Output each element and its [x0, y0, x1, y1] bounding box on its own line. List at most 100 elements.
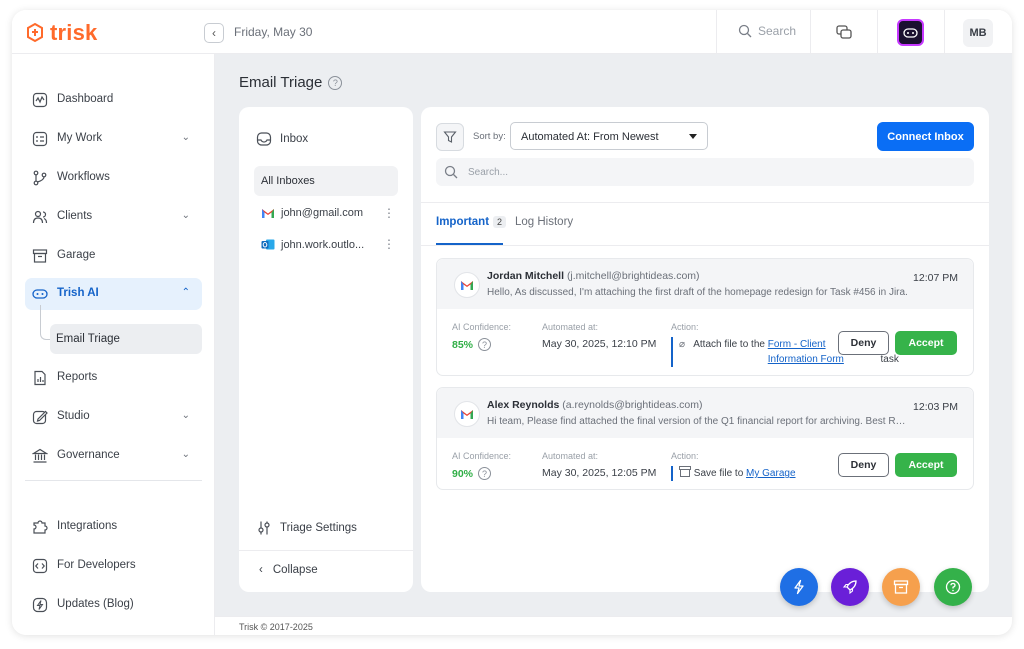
accept-button[interactable]: Accept — [895, 453, 957, 477]
main-content: Email Triage ? Inbox All Inboxes john@gm… — [215, 54, 1012, 635]
action-target-link[interactable]: My Garage — [746, 468, 795, 479]
sender-name: Alex Reynolds — [487, 399, 560, 411]
account-email: john.work.outlo... — [281, 238, 365, 251]
bot-icon — [903, 27, 918, 38]
chat-button[interactable] — [835, 23, 853, 46]
more-options-icon[interactable]: ⋮ — [383, 207, 395, 219]
sidebar-subitem-email-triage[interactable]: Email Triage — [50, 324, 202, 354]
sidebar-item-label: Trish AI — [57, 287, 99, 299]
sort-select[interactable]: Automated At: From Newest — [510, 122, 708, 150]
ai-confidence-value: 85%? — [452, 338, 492, 351]
account-item-outlook[interactable]: john.work.outlo... — [261, 238, 364, 251]
deny-button[interactable]: Deny — [838, 453, 889, 477]
chevron-left-icon: ‹ — [212, 26, 216, 40]
automated-at-label: Automated at: — [542, 451, 599, 461]
sliders-icon — [258, 521, 270, 535]
divider — [239, 550, 413, 551]
dashboard-icon — [32, 92, 48, 108]
quick-action-button[interactable] — [780, 568, 818, 606]
archive-icon — [32, 249, 48, 263]
email-time: 12:03 PM — [913, 401, 958, 413]
deny-button[interactable]: Deny — [838, 331, 889, 355]
sidebar-item-workflows[interactable]: Workflows — [25, 162, 202, 194]
chevron-down-icon: ⌄ — [181, 410, 190, 421]
sidebar-item-reports[interactable]: Reports — [25, 362, 202, 394]
divider — [421, 245, 989, 246]
email-card[interactable]: Jordan Mitchell (j.mitchell@brightideas.… — [436, 258, 974, 376]
current-date: Friday, May 30 — [234, 25, 313, 39]
trisk-logo[interactable]: trisk — [24, 20, 97, 46]
sidebar-item-my-work[interactable]: My Work ⌄ — [25, 123, 202, 155]
accept-button[interactable]: Accept — [895, 331, 957, 355]
sidebar-subitem-label: Email Triage — [56, 333, 120, 345]
sidebar-item-governance[interactable]: Governance ⌄ — [25, 440, 202, 472]
tab-log-history[interactable]: Log History — [515, 216, 573, 228]
suggested-action: Save file to My Garage — [671, 466, 796, 481]
gmail-icon — [262, 208, 274, 218]
archive-icon — [893, 580, 909, 594]
logo-text: trisk — [50, 20, 98, 45]
email-card-header: Alex Reynolds (a.reynolds@brightideas.co… — [437, 388, 973, 438]
collapse-label: Collapse — [272, 564, 318, 576]
sidebar-item-updates-blog[interactable]: Updates (Blog) — [25, 589, 202, 621]
email-preview: Hi team, Please find attached the final … — [487, 416, 909, 427]
automated-at-value: May 30, 2025, 12:10 PM — [542, 338, 657, 350]
help-icon[interactable]: ? — [478, 467, 492, 480]
divider — [716, 10, 717, 54]
email-card[interactable]: Alex Reynolds (a.reynolds@brightideas.co… — [436, 387, 974, 490]
tab-important[interactable]: Important 2 — [436, 216, 507, 228]
sidebar-item-integrations[interactable]: Integrations — [25, 511, 202, 543]
help-button[interactable] — [934, 568, 972, 606]
reports-icon — [34, 370, 46, 386]
sender-address: (a.reynolds@brightideas.com) — [562, 399, 703, 411]
sidebar-item-for-developers[interactable]: For Developers — [25, 550, 202, 582]
sidebar-item-dashboard[interactable]: Dashboard — [25, 84, 202, 116]
connect-inbox-button[interactable]: Connect Inbox — [877, 122, 974, 151]
sidebar-item-label: Reports — [57, 371, 98, 383]
tab-label: Log History — [515, 216, 574, 228]
action-prefix: Save file to — [693, 468, 744, 479]
puzzle-icon — [33, 520, 48, 534]
triage-settings-link[interactable]: Triage Settings — [256, 520, 357, 536]
garage-button[interactable] — [882, 568, 920, 606]
launch-button[interactable] — [831, 568, 869, 606]
help-icon[interactable]: ? — [478, 338, 492, 351]
email-search-input[interactable]: Search... — [436, 158, 974, 186]
filter-button[interactable] — [436, 123, 464, 151]
ai-confidence-label: AI Confidence: — [452, 322, 512, 332]
ai-confidence-label: AI Confidence: — [452, 451, 512, 461]
sidebar-item-label: For Developers — [57, 559, 136, 571]
chevron-up-icon: ⌃ — [181, 287, 190, 298]
account-item-gmail[interactable]: john@gmail.com — [261, 207, 363, 219]
trish-ai-button[interactable] — [897, 19, 924, 46]
count-badge: 2 — [493, 216, 507, 228]
more-options-icon[interactable]: ⋮ — [383, 238, 395, 250]
footer: Trisk © 2017-2025 — [215, 616, 1012, 635]
sender-name: Jordan Mitchell — [487, 270, 565, 282]
workflow-icon — [33, 170, 47, 186]
page-title: Email Triage ? — [239, 74, 343, 91]
account-email: john@gmail.com — [281, 207, 364, 219]
action-prefix: Attach file to the — [693, 339, 765, 350]
email-sender: Alex Reynolds (a.reynolds@brightideas.co… — [487, 399, 703, 411]
sort-value: Automated At: From Newest — [521, 131, 659, 143]
sidebar-item-label: Workflows — [57, 171, 110, 183]
gmail-icon — [454, 272, 480, 298]
divider — [421, 202, 989, 203]
automated-at-label: Automated at: — [542, 322, 599, 332]
sidebar-item-clients[interactable]: Clients ⌄ — [25, 201, 202, 233]
all-inboxes-item[interactable]: All Inboxes — [254, 166, 398, 196]
collapse-panel-button[interactable]: ‹ Collapse — [259, 564, 318, 576]
help-icon[interactable]: ? — [328, 75, 343, 90]
sidebar-item-label: Updates (Blog) — [57, 598, 134, 610]
user-avatar[interactable]: MB — [963, 19, 993, 47]
sidebar-item-studio[interactable]: Studio ⌄ — [25, 401, 202, 433]
sidebar-item-label: Clients — [57, 210, 93, 222]
sidebar-item-garage[interactable]: Garage — [25, 240, 202, 272]
divider — [810, 10, 811, 54]
collapse-sidebar-button[interactable]: ‹ — [204, 23, 224, 43]
email-card-header: Jordan Mitchell (j.mitchell@brightideas.… — [437, 259, 973, 309]
trisk-logo-icon — [27, 22, 43, 43]
global-search[interactable]: Search — [738, 24, 796, 38]
sidebar-item-label: Governance — [57, 449, 120, 461]
